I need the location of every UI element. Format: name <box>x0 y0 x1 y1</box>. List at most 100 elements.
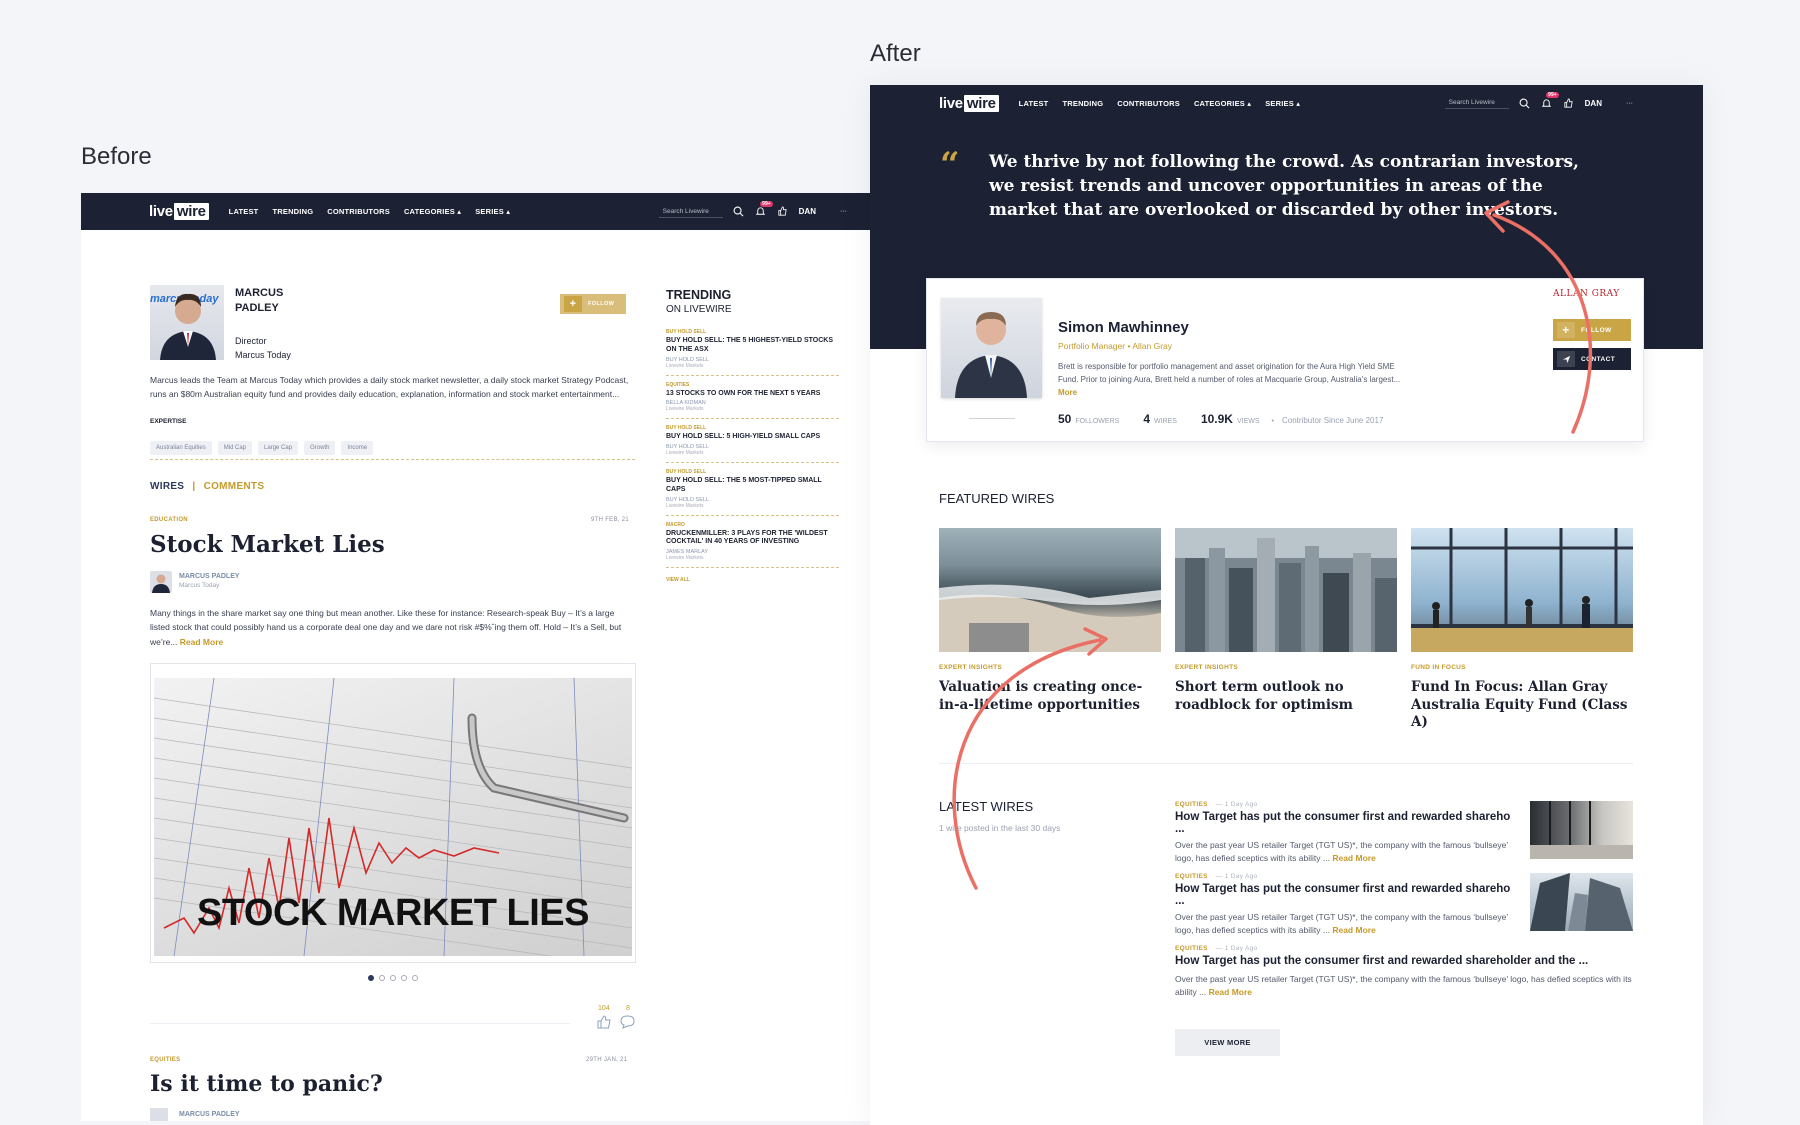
featured-category[interactable]: EXPERT INSIGHTS <box>1175 664 1238 671</box>
top-nav: live wire LATEST TRENDING CONTRIBUTORS CA… <box>870 85 1703 121</box>
avatar <box>150 1108 168 1121</box>
more-icon[interactable]: ··· <box>840 208 847 215</box>
article-category[interactable]: EDUCATION <box>150 517 188 523</box>
likes-count: 104 <box>598 1005 610 1012</box>
list-item[interactable]: EQUITIES 13 STOCKS TO OWN FOR THE NEXT 5… <box>666 376 839 420</box>
carousel-dot[interactable] <box>379 975 385 981</box>
featured-image-beach[interactable] <box>939 528 1161 652</box>
featured-image-city[interactable] <box>1175 528 1397 652</box>
follow-button[interactable]: + FOLLOW <box>1553 319 1631 341</box>
after-panel: live wire LATEST TRENDING CONTRIBUTORS CA… <box>870 85 1703 1125</box>
search-input[interactable]: Search Livewire <box>658 206 723 218</box>
tab-comments[interactable]: COMMENTS <box>204 481 265 492</box>
list-item[interactable]: EQUITIES — 1 Day Ago How Target has put … <box>1175 945 1635 999</box>
carousel-dot[interactable] <box>412 975 418 981</box>
thumb-icon[interactable] <box>777 206 789 218</box>
before-panel: live wire LATEST TRENDING CONTRIBUTORS CA… <box>81 193 907 1121</box>
featured-title-link[interactable]: Valuation is creating once-in-a-lifetime… <box>939 679 1154 714</box>
divider <box>150 1023 570 1024</box>
nav-link-contributors[interactable]: CONTRIBUTORS <box>327 207 390 216</box>
latest-thumb-towers[interactable] <box>1530 873 1633 931</box>
list-item[interactable]: EQUITIES — 1 Day Ago How Target has put … <box>1175 873 1520 937</box>
tag[interactable]: Australian Equities <box>150 441 212 455</box>
nav-right: Search Livewire 99+ DAN ··· <box>658 200 847 218</box>
comment-icon[interactable] <box>619 1014 636 1035</box>
latest-subtitle: 1 wire posted in the last 30 days <box>939 823 1061 833</box>
view-all-link[interactable]: VIEW ALL <box>666 577 839 583</box>
list-item[interactable]: MACRO DRUCKENMILLER: 3 PLAYS FOR THE 'WI… <box>666 516 839 568</box>
tag[interactable]: Large Cap <box>258 441 299 455</box>
top-nav: live wire LATEST TRENDING CONTRIBUTORS CA… <box>81 193 907 230</box>
profile-stats: 50 FOLLOWERS 4 WIRES 10.9K VIEWS • Contr… <box>1058 412 1384 426</box>
nav-link-categories[interactable]: CATEGORIES ▴ <box>404 207 461 216</box>
bell-icon[interactable]: 99+ <box>755 200 773 218</box>
featured-title-link[interactable]: Fund In Focus: Allan Gray Australia Equi… <box>1411 679 1633 732</box>
nav-link-series[interactable]: SERIES ▴ <box>1265 99 1300 108</box>
featured-category[interactable]: EXPERT INSIGHTS <box>939 664 1002 671</box>
expertise-tags: Australian Equities Mid Cap Large Cap Growt… <box>150 436 379 455</box>
carousel-dot[interactable] <box>368 975 374 981</box>
more-link[interactable]: More <box>1058 388 1077 397</box>
article-image: STOCK MARKET LIES <box>154 678 632 956</box>
livewire-logo[interactable]: live wire <box>939 94 999 112</box>
profile-bio: Brett is responsible for portfolio manag… <box>1058 362 1401 398</box>
author-photo: marcustoday <box>150 285 224 360</box>
article-title[interactable]: Stock Market Lies <box>150 531 385 558</box>
nav-links: LATEST TRENDING CONTRIBUTORS CATEGORIES … <box>1019 99 1301 108</box>
search-input[interactable]: Search Livewire <box>1444 97 1509 109</box>
nav-link-latest[interactable]: LATEST <box>229 207 259 216</box>
plus-icon: + <box>564 296 582 312</box>
nav-right: Search Livewire 99+ DAN ··· <box>1444 92 1633 109</box>
latest-thumb-interior[interactable] <box>1530 801 1633 859</box>
nav-link-latest[interactable]: LATEST <box>1019 99 1049 108</box>
search-icon[interactable] <box>733 206 745 218</box>
article-category[interactable]: EQUITIES <box>150 1057 180 1063</box>
list-item[interactable]: EQUITIES — 1 Day Ago How Target has put … <box>1175 801 1520 865</box>
nav-links: LATEST TRENDING CONTRIBUTORS CATEGORIES … <box>229 207 511 216</box>
notification-badge: 99+ <box>760 200 773 207</box>
divider <box>939 763 1633 764</box>
nav-link-trending[interactable]: TRENDING <box>1062 99 1103 108</box>
article-author[interactable]: MARCUS PADLEY <box>179 1111 240 1118</box>
bell-icon[interactable]: 99+ <box>1541 92 1559 109</box>
featured-image-office[interactable] <box>1411 528 1633 652</box>
list-item[interactable]: BUY HOLD SELL BUY HOLD SELL: THE 5 MOST-… <box>666 463 839 516</box>
latest-title: LATEST WIRES <box>939 799 1034 814</box>
article-excerpt: Many things in the share market say one … <box>150 608 622 647</box>
list-item[interactable]: BUY HOLD SELL BUY HOLD SELL: THE 5 HIGHE… <box>666 324 839 376</box>
author-role: Director Marcus Today <box>235 336 291 361</box>
more-icon[interactable]: ··· <box>1626 100 1633 107</box>
before-caption: Before <box>81 143 152 170</box>
user-menu[interactable]: DAN <box>799 207 816 216</box>
featured-category[interactable]: FUND IN FOCUS <box>1411 664 1466 671</box>
livewire-logo[interactable]: live wire <box>149 203 209 220</box>
featured-title-link[interactable]: Short term outlook no roadblock for opti… <box>1175 679 1397 714</box>
like-icon[interactable] <box>596 1014 612 1035</box>
tab-wires[interactable]: WIRES <box>150 481 184 492</box>
tag[interactable]: Mid Cap <box>217 441 253 455</box>
after-caption: After <box>870 40 921 67</box>
author-name: MARCUS PADLEY <box>235 287 284 314</box>
skyline-icon <box>1175 528 1397 652</box>
tag[interactable]: Income <box>341 441 374 455</box>
contact-button[interactable]: CONTACT <box>1553 348 1631 370</box>
list-item[interactable]: BUY HOLD SELL BUY HOLD SELL: 5 HIGH-YIEL… <box>666 419 839 463</box>
tag[interactable]: Growth <box>304 441 336 455</box>
nav-link-trending[interactable]: TRENDING <box>272 207 313 216</box>
allan-gray-logo: ALLAN GRAY <box>1553 289 1620 299</box>
thumb-icon[interactable] <box>1563 97 1575 109</box>
article-title[interactable]: Is it time to panic? <box>150 1071 383 1097</box>
search-icon[interactable] <box>1519 97 1531 109</box>
follow-button[interactable]: + FOLLOW <box>560 294 626 314</box>
carousel-dot[interactable] <box>401 975 407 981</box>
carousel-dot[interactable] <box>390 975 396 981</box>
expertise-label: EXPERTISE <box>150 418 187 425</box>
featured-title: FEATURED WIRES <box>939 491 1055 506</box>
article-image-card[interactable]: STOCK MARKET LIES <box>150 663 636 963</box>
nav-link-series[interactable]: SERIES ▴ <box>475 207 510 216</box>
nav-link-contributors[interactable]: CONTRIBUTORS <box>1117 99 1180 108</box>
nav-link-categories[interactable]: CATEGORIES ▴ <box>1194 99 1251 108</box>
view-more-button[interactable]: VIEW MORE <box>1175 1029 1280 1056</box>
read-more-link[interactable]: Read More <box>180 637 223 647</box>
user-menu[interactable]: DAN <box>1585 99 1602 108</box>
